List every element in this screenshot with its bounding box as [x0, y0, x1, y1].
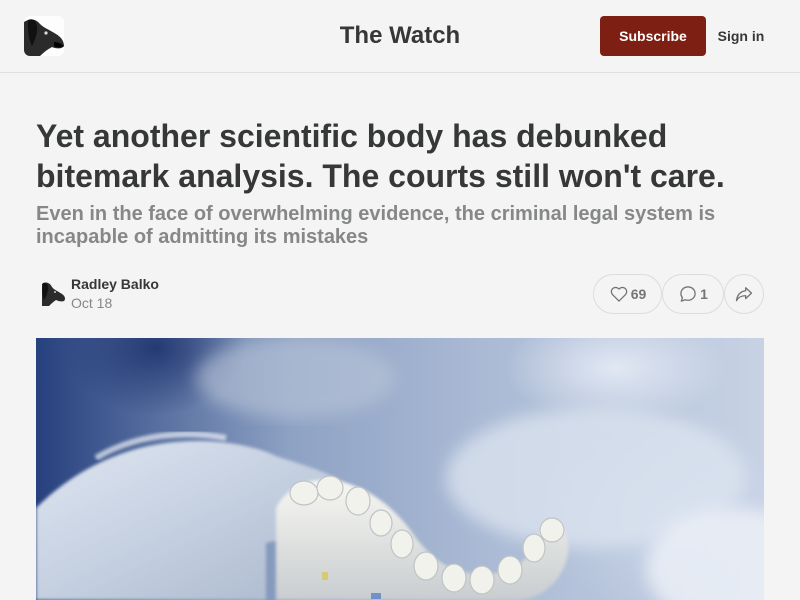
comment-button[interactable]: 1: [662, 274, 724, 314]
hero-image[interactable]: [36, 338, 764, 600]
comment-bubble-icon: [678, 284, 698, 304]
author-name[interactable]: Radley Balko: [71, 276, 159, 292]
heart-icon: [609, 284, 629, 304]
share-button[interactable]: [724, 274, 764, 314]
like-button[interactable]: 69: [593, 274, 662, 314]
publication-title[interactable]: The Watch: [340, 22, 460, 49]
dog-logo-icon[interactable]: [24, 16, 64, 56]
article-subtitle: Even in the face of overwhelming evidenc…: [36, 203, 716, 248]
share-arrow-icon: [734, 284, 754, 304]
site-header: The Watch Subscribe Sign in: [0, 0, 800, 73]
article-title: Yet another scientific body has debunked…: [36, 118, 725, 194]
sign-in-button[interactable]: Sign in: [712, 16, 770, 56]
subscribe-button[interactable]: Subscribe: [600, 16, 706, 56]
author-avatar[interactable]: [40, 280, 66, 306]
comment-count: 1: [700, 286, 708, 302]
post-date: Oct 18: [71, 295, 113, 311]
like-count: 69: [630, 286, 647, 302]
